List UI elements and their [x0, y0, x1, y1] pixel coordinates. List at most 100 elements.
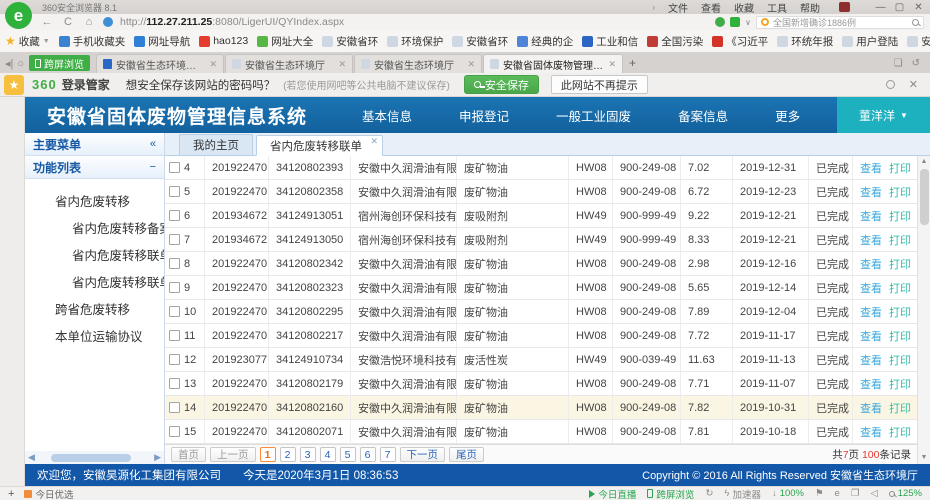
menu-file[interactable]: 文件 [668, 0, 688, 15]
search-box[interactable]: 全国新增确诊1886例 [756, 16, 924, 29]
favorites-menu[interactable]: ★ 收藏 ▼ [5, 34, 50, 49]
view-link[interactable]: 查看 [860, 376, 882, 392]
page-number-button[interactable]: 5 [340, 447, 356, 462]
url-dropdown-icon[interactable]: ∨ [745, 18, 751, 27]
extension-icon[interactable] [730, 17, 740, 27]
view-link[interactable]: 查看 [860, 184, 882, 200]
row-checkbox[interactable] [169, 330, 180, 341]
print-link[interactable]: 打印 [889, 208, 911, 224]
nav-declaration[interactable]: 申报登记 [459, 106, 509, 125]
gear-icon[interactable] [886, 80, 895, 89]
print-link[interactable]: 打印 [889, 400, 911, 416]
first-page-button[interactable]: 首页 [171, 447, 206, 462]
refresh-icon[interactable]: C [61, 16, 75, 28]
browser-tab[interactable]: 安徽省生态环境厅 ✕ [354, 54, 482, 73]
scroll-left-icon[interactable]: ◀ [28, 452, 35, 463]
tab-close-icon[interactable]: ✕ [339, 59, 347, 70]
tab-close-icon[interactable]: ✕ [370, 136, 378, 147]
page-number-button[interactable]: 6 [360, 447, 376, 462]
table-row[interactable]: 10 201922470 34120802295 安徽中久润滑油有限公... 废… [165, 300, 917, 324]
print-link[interactable]: 打印 [889, 160, 911, 176]
menu-help[interactable]: 帮助 [800, 0, 820, 15]
page-number-button[interactable]: 1 [260, 447, 276, 462]
bookmark-item[interactable]: 网址导航 [134, 34, 190, 49]
undo-close-icon[interactable]: ↺ [912, 58, 920, 69]
search-input[interactable]: 全国新增确诊1886例 [773, 16, 908, 29]
bookmark-item[interactable]: 手机收藏夹 [59, 34, 126, 49]
dismiss-site-button[interactable]: 此网站不再提示 [551, 75, 648, 94]
view-link[interactable]: 查看 [860, 424, 882, 440]
user-menu[interactable]: 董洋洋 ▼ [837, 97, 930, 133]
search-icon[interactable] [912, 19, 919, 26]
bookmark-item[interactable]: 安徽省环 [322, 34, 378, 49]
minimize-button[interactable]: — [871, 2, 890, 13]
zoom-item[interactable]: 125% [889, 488, 922, 499]
tab-close-icon[interactable]: ✕ [468, 59, 476, 70]
tab-my-home[interactable]: 我的主页 [179, 134, 253, 155]
row-checkbox[interactable] [169, 210, 180, 221]
scroll-down-icon[interactable]: ▼ [921, 454, 928, 462]
history-icon[interactable]: ↻ [705, 488, 713, 499]
row-checkbox[interactable] [169, 306, 180, 317]
menu-favorites[interactable]: 收藏 [734, 0, 754, 15]
table-row[interactable]: 6 201934672 34124913051 宿州海创环保科技有限... 废吸… [165, 204, 917, 228]
table-vertical-scrollbar[interactable]: ▲ ▼ [917, 156, 930, 464]
table-row[interactable]: 8 201922470 34120802342 安徽中久润滑油有限公... 废矿… [165, 252, 917, 276]
sidebar-menu-item[interactable]: 省内危废转移联单 [25, 241, 164, 268]
view-link[interactable]: 查看 [860, 400, 882, 416]
view-link[interactable]: 查看 [860, 304, 882, 320]
sidebar-menu-item[interactable]: 跨省危废转移 [25, 295, 164, 322]
flag-icon[interactable]: ⚑ [815, 488, 824, 499]
row-checkbox[interactable] [169, 426, 180, 437]
table-row[interactable]: 7 201934672 34124913050 宿州海创环保科技有限... 废吸… [165, 228, 917, 252]
sidebar-horizontal-scrollbar[interactable]: ◀ ▶ [25, 451, 164, 464]
live-stream-item[interactable]: 今日直播 [589, 487, 636, 500]
table-row[interactable]: 4 201922470 34120802393 安徽中久润滑油有限公... 废矿… [165, 156, 917, 180]
cross-screen-item[interactable]: 跨屏浏览 [647, 487, 694, 500]
sidebar-collapse-icon[interactable]: « [150, 138, 156, 150]
new-tab-button[interactable]: + [629, 56, 636, 70]
menu-tools[interactable]: 工具 [767, 0, 787, 15]
view-link[interactable]: 查看 [860, 160, 882, 176]
bookmark-item[interactable]: 用户登陆 [842, 34, 898, 49]
daily-pick-item[interactable]: 今日优选 [24, 487, 73, 500]
print-link[interactable]: 打印 [889, 328, 911, 344]
view-link[interactable]: 查看 [860, 280, 882, 296]
promo-icon[interactable] [839, 2, 850, 12]
bookmark-item[interactable]: 全国污染 [647, 34, 703, 49]
table-row[interactable]: 12 201923077 34124910734 安徽浩悦环境科技有限... 废… [165, 348, 917, 372]
bookmark-item[interactable]: 工业和信 [582, 34, 638, 49]
prev-page-button[interactable]: 上一页 [210, 447, 256, 462]
table-row[interactable]: 11 201922470 34120802217 安徽中久润滑油有限公... 废… [165, 324, 917, 348]
row-checkbox[interactable] [169, 234, 180, 245]
notification-close-icon[interactable]: ✕ [909, 78, 918, 91]
maximize-button[interactable]: ▢ [890, 2, 909, 13]
cross-screen-button[interactable]: 跨屏浏览 [29, 55, 90, 71]
bookmark-item[interactable]: 经典的企 [517, 34, 573, 49]
panel-minus-icon[interactable]: − [150, 161, 156, 173]
security-icon[interactable] [715, 17, 725, 27]
last-page-button[interactable]: 尾页 [449, 447, 484, 462]
windows-icon[interactable]: ❐ [851, 488, 860, 499]
page-number-button[interactable]: 7 [380, 447, 396, 462]
row-checkbox[interactable] [169, 162, 180, 173]
scroll-up-icon[interactable]: ▲ [921, 158, 928, 166]
url-field[interactable]: http://112.27.211.25:8080/LigerUI/QYInde… [120, 16, 344, 28]
session-icon[interactable]: ○ [17, 58, 24, 70]
view-link[interactable]: 查看 [860, 256, 882, 272]
vscroll-thumb[interactable] [920, 169, 929, 225]
page-number-button[interactable]: 4 [320, 447, 336, 462]
bookmark-item[interactable]: 环境保护 [387, 34, 443, 49]
row-checkbox[interactable] [169, 378, 180, 389]
browser-tab[interactable]: 安徽省固体废物管理信息系统 ✕ [483, 54, 623, 73]
nav-basic-info[interactable]: 基本信息 [362, 106, 412, 125]
print-link[interactable]: 打印 [889, 232, 911, 248]
booster-item[interactable]: ϟ 加速器 [724, 487, 761, 500]
bookmark-item[interactable]: 安徽省环 [452, 34, 508, 49]
download-item[interactable]: ↓ 100% [772, 488, 804, 499]
view-link[interactable]: 查看 [860, 208, 882, 224]
sidebar-menu-item[interactable]: 本单位运输协议 [25, 322, 164, 349]
save-password-button[interactable]: 安全保存 [464, 75, 539, 94]
table-row[interactable]: 14 201922470 34120802160 安徽中久润滑油有限公... 废… [165, 396, 917, 420]
print-link[interactable]: 打印 [889, 280, 911, 296]
